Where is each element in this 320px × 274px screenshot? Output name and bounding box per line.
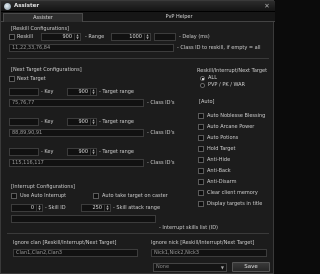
ignore-clan-input[interactable]: Clan1,Clan2,Clan3 [13, 249, 138, 257]
spinner-icon[interactable]: ▲ ▼ [90, 149, 96, 155]
reskill-range-input[interactable]: 1000 ▲ ▼ [111, 33, 151, 41]
interrupt-skills-label: - Interrupt skills list (ID) [159, 225, 219, 231]
spinner-icon[interactable]: ▲ ▼ [36, 205, 42, 211]
reskill-label: Reskill [17, 34, 33, 40]
next-target-range-value: 900 [78, 89, 88, 95]
close-icon[interactable]: ✕ [262, 2, 272, 10]
next-target-range-value: 900 [78, 149, 88, 155]
next-target-range-input[interactable]: 900 ▲ ▼ [67, 88, 97, 96]
auto-checkbox[interactable] [198, 179, 204, 185]
auto-item: Clear client memory [207, 190, 258, 196]
next-target-class-ids-input[interactable]: 75,76,77 [9, 99, 144, 107]
mode-header: Reskill/Interrupt/Next Target [197, 68, 268, 74]
auto-item: Auto Potions [207, 135, 239, 141]
auto-checkbox[interactable] [198, 135, 204, 141]
ignore-nick-input[interactable]: Nick1,Nick2,Nick3 [151, 249, 267, 257]
assister-window: Assister ✕ Assister PvP Helper [Reskill … [0, 0, 275, 274]
next-target-range-label: - Target range [99, 119, 134, 125]
spinner-icon[interactable]: ▲ ▼ [74, 34, 80, 40]
next-target-class-ids-label: - Class ID's [147, 130, 175, 136]
skill-range-input[interactable]: 250 ▲ ▼ [81, 204, 111, 212]
next-target-class-ids-label: - Class ID's [147, 100, 175, 106]
next-target-checkbox[interactable] [9, 76, 15, 82]
next-target-range-input[interactable]: 900 ▲ ▼ [67, 148, 97, 156]
reskill-key-input[interactable]: 900 ▲ ▼ [41, 33, 81, 41]
ignore-clan-label: Ignore clan [Reskill/Interrupt/Next Targ… [13, 240, 117, 246]
next-target-id-input[interactable] [9, 148, 39, 156]
auto-checkbox[interactable] [198, 168, 204, 174]
next-target-key-label: - Key [41, 119, 54, 125]
auto-item: Auto Arcane Power [207, 124, 255, 130]
next-target-range-label: - Target range [99, 89, 134, 95]
reskill-checkbox[interactable] [9, 34, 15, 40]
divider [7, 58, 269, 59]
next-target-range-label: - Target range [99, 149, 134, 155]
auto-item: Anti-Hide [207, 157, 231, 163]
auto-item: Anti-Disarm [207, 179, 237, 185]
auto-header: [Auto] [199, 99, 215, 105]
next-target-key-label: - Key [41, 89, 54, 95]
skill-range-value: 250 [92, 205, 102, 211]
next-target-key-label: - Key [41, 149, 54, 155]
reskill-class-ids-label: - Class ID to reskill, if empty = all [177, 45, 261, 51]
spinner-icon[interactable]: ▲ ▼ [90, 119, 96, 125]
auto-item: Hold Target [207, 146, 236, 152]
auto-checkbox[interactable] [198, 146, 204, 152]
window-title: Assister [14, 3, 40, 9]
reskill-range-value: 1000 [129, 34, 142, 40]
reskill-key-value: 900 [62, 34, 72, 40]
auto-take-target-checkbox[interactable] [93, 193, 99, 199]
skill-id-input[interactable]: 0 ▲ ▼ [11, 204, 43, 212]
next-target-header: [Next Target Configurations] [11, 67, 82, 73]
auto-checkbox[interactable] [198, 157, 204, 163]
next-target-class-ids-input[interactable]: 88,89,90,91 [9, 129, 144, 137]
auto-checkbox[interactable] [198, 113, 204, 119]
ignore-nick-label: Ignore nick [Reskill/Interrupt/Next Targ… [151, 240, 255, 246]
mode-pvp-label: PVP / PK / WAR [208, 82, 246, 88]
auto-checkbox[interactable] [198, 124, 204, 130]
reskill-delay-label: - Delay (ms) [179, 34, 210, 40]
profile-select-value: None [156, 264, 170, 270]
skill-id-value: 0 [30, 205, 34, 211]
auto-checkbox[interactable] [198, 201, 204, 207]
divider [7, 233, 269, 234]
interrupt-skills-input[interactable] [11, 215, 156, 223]
tab-bar: Assister PvP Helper [1, 12, 275, 22]
spinner-icon[interactable]: ▲ ▼ [90, 89, 96, 95]
mode-pvp-radio[interactable] [200, 83, 205, 88]
use-auto-interrupt-checkbox[interactable] [11, 193, 17, 199]
next-target-label: Next Target [17, 76, 46, 82]
next-target-id-input[interactable] [9, 88, 39, 96]
spinner-icon[interactable]: ▲ ▼ [104, 205, 110, 211]
title-bar[interactable]: Assister ✕ [1, 1, 275, 12]
next-target-class-ids-label: - Class ID's [147, 160, 175, 166]
chevron-down-icon: ▼ [220, 265, 224, 270]
next-target-class-ids-input[interactable]: 115,116,117 [9, 159, 144, 167]
tab-pvp-helper[interactable]: PvP Helper [139, 13, 219, 22]
skill-range-label: - Skill attack range [113, 205, 161, 211]
app-orb-icon [4, 3, 11, 10]
tab-assister[interactable]: Assister [3, 13, 83, 22]
reskill-range-label: - Range [85, 34, 105, 40]
mode-all-label: ALL [208, 75, 217, 81]
save-button[interactable]: Save [232, 262, 270, 272]
mode-all-radio[interactable] [200, 76, 205, 81]
next-target-id-input[interactable] [9, 118, 39, 126]
auto-item: Anti-Back [207, 168, 231, 174]
use-auto-interrupt-label: Use Auto Interrupt [20, 193, 67, 199]
auto-checkbox[interactable] [198, 190, 204, 196]
spinner-icon[interactable]: ▲ ▼ [144, 34, 150, 40]
interrupt-header: [Interrupt Configurations] [11, 184, 76, 190]
reskill-class-ids-input[interactable]: 11,22,33,76,84 [9, 44, 174, 52]
skill-id-label: - Skill ID [45, 205, 66, 211]
reskill-header: [Reskill Configurations] [11, 26, 69, 32]
auto-item: Display targets in title [207, 201, 263, 207]
profile-select[interactable]: None ▼ [153, 263, 227, 272]
reskill-delay-input[interactable] [154, 33, 176, 41]
next-target-range-input[interactable]: 900 ▲ ▼ [67, 118, 97, 126]
next-target-range-value: 900 [78, 119, 88, 125]
auto-item: Auto Noblesse Blessing [207, 113, 266, 119]
auto-take-target-label: Auto take target on caster [102, 193, 168, 199]
